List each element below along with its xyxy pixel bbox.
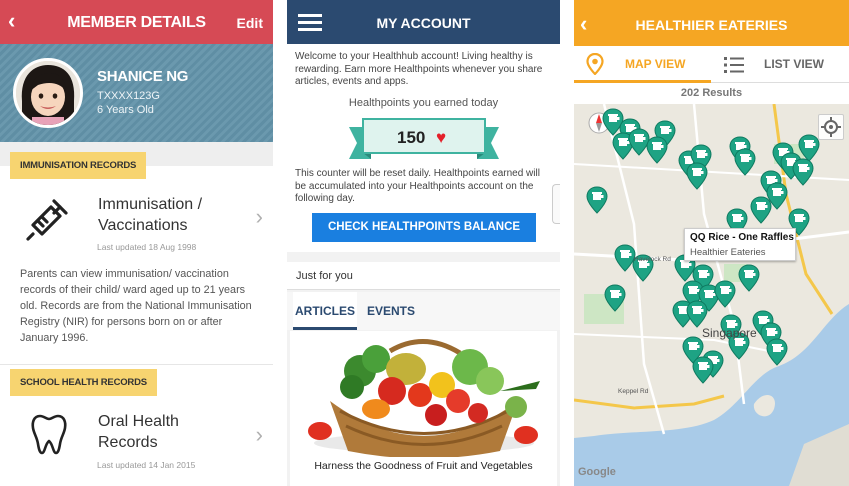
restaurant-marker-icon[interactable] — [766, 338, 788, 366]
page-title: MEMBER DETAILS — [67, 14, 206, 31]
reset-note: This counter will be reset daily. Health… — [295, 168, 540, 204]
divider — [0, 364, 273, 365]
member-details-header: ‹ MEMBER DETAILS Edit — [0, 0, 273, 44]
tab-articles[interactable]: ARTICLES — [293, 292, 357, 330]
immunisation-title-line1: Immunisation / — [98, 196, 203, 213]
map-label-havelock: Havelock Rd — [634, 256, 671, 263]
my-location-button[interactable] — [818, 114, 844, 140]
restaurant-marker-icon[interactable] — [686, 300, 708, 328]
immunisation-title-line2: Vaccinations — [98, 217, 188, 234]
member-age: 6 Years Old — [97, 104, 154, 116]
check-healthpoints-balance-button[interactable]: CHECK HEALTHPOINTS BALANCE — [312, 213, 536, 242]
restaurant-marker-icon[interactable] — [738, 264, 760, 292]
callout-title: QQ Rice - One Raffles — [690, 232, 794, 243]
member-details-screen: ‹ MEMBER DETAILS Edit SHANICE NG TXXXX12… — [0, 0, 273, 486]
edit-button[interactable]: Edit — [237, 15, 263, 31]
tab-map-view-label: MAP VIEW — [625, 57, 686, 71]
my-account-screen: MY ACCOUNT Welcome to your Healthhub acc… — [287, 0, 560, 486]
map-label-singapore: Singapore — [702, 326, 757, 340]
map-pin-icon — [586, 53, 604, 75]
child-photo — [16, 61, 80, 125]
tab-events[interactable]: EVENTS — [359, 292, 423, 330]
immunisation-last-updated: Last updated 18 Aug 1998 — [97, 242, 197, 252]
heart-icon: ♥ — [436, 128, 447, 147]
chevron-right-icon: › — [255, 204, 263, 229]
member-name: SHANICE NG — [97, 68, 189, 85]
oral-health-title-line1: Oral Health — [98, 413, 179, 430]
page-title: HEALTHIER EATERIES — [635, 17, 788, 33]
healthpoints-value: 150 — [397, 128, 426, 147]
restaurant-marker-icon[interactable] — [714, 280, 736, 308]
list-icon — [724, 57, 744, 73]
google-logo: Google — [578, 466, 616, 478]
restaurant-marker-icon[interactable] — [686, 162, 708, 190]
restaurant-marker-icon[interactable] — [750, 196, 772, 224]
healthier-eateries-header: ‹ HEALTHIER EATERIES — [574, 0, 849, 46]
healthpoints-card: Welcome to your Healthhub account! Livin… — [287, 44, 560, 252]
profile-banner: SHANICE NG TXXXX123G 6 Years Old — [0, 44, 273, 142]
tab-list-view-label: LIST VIEW — [764, 57, 824, 71]
restaurant-marker-icon[interactable] — [792, 158, 814, 186]
healthier-eateries-screen: ‹ HEALTHIER EATERIES MAP VIEW LIST VIEW … — [574, 0, 849, 486]
eatery-info-callout[interactable]: QQ Rice - One Raffles Healthier Eateries — [684, 228, 796, 261]
chevron-right-icon: › — [255, 422, 263, 447]
avatar — [13, 58, 83, 128]
restaurant-marker-icon[interactable] — [646, 136, 668, 164]
oral-health-last-updated: Last updated 14 Jan 2015 — [97, 460, 196, 470]
crosshair-icon — [821, 117, 841, 137]
my-account-header: MY ACCOUNT — [287, 0, 560, 44]
results-count: 202 Results — [680, 87, 743, 99]
just-for-you-label: Just for you — [296, 270, 353, 282]
healthpoints-earned-label: Healthpoints you earned today — [348, 97, 499, 109]
article-card[interactable]: Harness the Goodness of Fruit and Vegeta… — [290, 331, 557, 486]
member-id: TXXXX123G — [97, 90, 160, 102]
callout-subtitle: Healthier Eateries — [690, 247, 766, 258]
school-health-records-tag: SCHOOL HEALTH RECORDS — [10, 369, 157, 396]
restaurant-marker-icon[interactable] — [734, 148, 756, 176]
welcome-text: Welcome to your Healthhub account! Livin… — [295, 51, 543, 87]
immunisation-records-tag: IMMUNISATION RECORDS — [10, 152, 147, 179]
restaurant-marker-icon[interactable] — [604, 284, 626, 312]
restaurant-marker-icon[interactable] — [692, 356, 714, 384]
content-tabs: ARTICLES EVENTS — [287, 292, 560, 330]
app-screens-collage: ‹ MEMBER DETAILS Edit SHANICE NG TXXXX12… — [0, 0, 849, 486]
article-caption: Harness the Goodness of Fruit and Vegeta… — [314, 460, 533, 472]
tab-map-view[interactable]: MAP VIEW — [574, 46, 711, 83]
immunisation-note: Parents can view immunisation/ vaccinati… — [20, 268, 252, 344]
page-title: MY ACCOUNT — [376, 15, 471, 31]
map-label-keppel: Keppel Rd — [618, 388, 649, 395]
restaurant-marker-icon[interactable] — [586, 186, 608, 214]
syringe-icon — [26, 199, 68, 241]
drawer-handle[interactable] — [552, 184, 560, 224]
tooth-icon — [31, 414, 67, 455]
oral-health-title-line2: Records — [98, 434, 158, 451]
just-for-you-bar: Just for you — [287, 262, 560, 290]
view-tabs: MAP VIEW LIST VIEW — [574, 46, 849, 83]
tab-list-view[interactable]: LIST VIEW — [712, 46, 849, 83]
vegetable-basket-image — [290, 331, 557, 459]
eateries-map[interactable]: Havelock Rd Singapore Keppel Rd QQ Rice … — [574, 104, 849, 486]
